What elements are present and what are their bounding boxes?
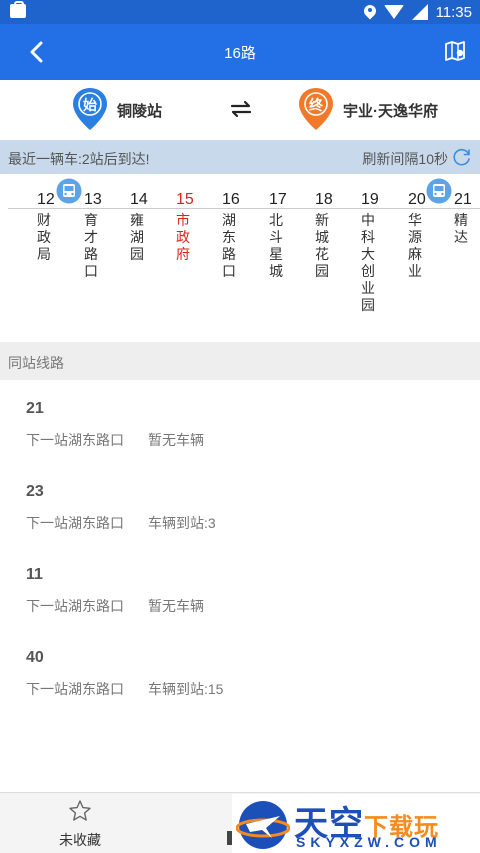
route-status: 暂无车辆 — [148, 598, 204, 614]
route-item[interactable]: 11 下一站湖东路口 暂无车辆 — [0, 546, 480, 622]
route-next-stop: 下一站湖东路口 — [26, 681, 124, 697]
stop-number: 19 — [361, 191, 379, 208]
end-station: 宇业·天逸华府 — [343, 103, 438, 120]
arrival-info-bar: 最近一辆车:2站后到达! 刷新间隔10秒 — [0, 140, 480, 174]
site-watermark: 天空下载玩 SKYXZW.COM — [232, 794, 480, 853]
status-icons: 11:35 — [364, 3, 472, 21]
plane-globe-logo-icon — [236, 801, 290, 849]
swap-direction-icon[interactable] — [228, 96, 254, 122]
route-item[interactable]: 23 下一站湖东路口 车辆到站:3 — [0, 463, 480, 539]
stop-number: 17 — [269, 191, 287, 208]
stop-name: 湖东路口 — [222, 212, 236, 279]
stop-number: 20 — [408, 191, 426, 208]
nearest-bus-text: 最近一辆车:2站后到达! — [8, 151, 150, 167]
page-title: 16路 — [224, 45, 256, 62]
section-title: 同站线路 — [8, 355, 64, 371]
stop-item[interactable]: 12 财政局 — [37, 190, 61, 263]
stop-number: 18 — [315, 191, 333, 208]
route-line: 12 财政局 13 育才路口 14 雍湖园 15 市政府 16 湖东路口 17 … — [0, 174, 480, 342]
stop-name: 财政局 — [37, 212, 51, 262]
bag-icon — [10, 1, 26, 18]
route-list: 21 下一站湖东路口 暂无车辆 23 下一站湖东路口 车辆到站:3 11 下一站… — [0, 380, 480, 792]
same-station-routes-header: 同站线路 — [0, 342, 480, 380]
app-bar: 16路 — [0, 24, 480, 80]
stop-name: 市政府 — [176, 212, 190, 262]
stop-number: 12 — [37, 191, 55, 208]
route-status: 暂无车辆 — [148, 432, 204, 448]
stop-item[interactable]: 16 湖东路口 — [222, 190, 246, 280]
status-bar: 11:35 — [0, 0, 480, 24]
stop-name: 精达 — [454, 212, 468, 245]
star-icon — [69, 800, 91, 821]
refresh-interval-text: 刷新间隔10秒 — [362, 151, 448, 167]
route-next-stop: 下一站湖东路口 — [26, 432, 124, 448]
location-icon — [364, 5, 376, 19]
stop-name: 北斗星城 — [269, 212, 283, 279]
stop-name: 华源麻业 — [408, 212, 422, 279]
stop-item[interactable]: 14 雍湖园 — [130, 190, 154, 263]
stop-number: 21 — [454, 191, 472, 208]
watermark-domain: SKYXZW.COM — [296, 834, 442, 850]
signal-icon — [411, 4, 428, 20]
wifi-icon — [383, 5, 404, 19]
favorite-button[interactable]: 未收藏 — [0, 793, 160, 853]
stop-item[interactable]: 13 育才路口 — [84, 190, 108, 280]
status-time: 11:35 — [435, 3, 472, 21]
route-number: 40 — [26, 649, 44, 666]
stop-item[interactable]: 20 华源麻业 — [408, 190, 432, 280]
end-badge: 终 — [309, 97, 323, 113]
end-pin: 终 — [298, 87, 334, 131]
stop-item[interactable]: 21 精达 — [454, 190, 478, 246]
stop-item[interactable]: 19 中科大创业园 — [361, 190, 385, 314]
route-item[interactable]: 21 下一站湖东路口 暂无车辆 — [0, 380, 480, 456]
stop-name: 中科大创业园 — [361, 212, 375, 313]
stop-number: 16 — [222, 191, 240, 208]
route-next-stop: 下一站湖东路口 — [26, 598, 124, 614]
start-station: 铜陵站 — [117, 103, 163, 120]
map-icon[interactable] — [444, 40, 466, 62]
route-status: 车辆到站:3 — [148, 515, 216, 531]
stop-name: 育才路口 — [84, 212, 98, 279]
stop-item[interactable]: 17 北斗星城 — [269, 190, 293, 280]
route-number: 23 — [26, 483, 44, 500]
stop-name: 雍湖园 — [130, 212, 144, 262]
stop-name: 新城花园 — [315, 212, 329, 279]
route-item[interactable]: 40 下一站湖东路口 车辆到站:15 — [0, 629, 480, 705]
stop-number: 15 — [176, 191, 194, 208]
route-next-stop: 下一站湖东路口 — [26, 515, 124, 531]
stop-number: 13 — [84, 191, 102, 208]
stop-number: 14 — [130, 191, 148, 208]
route-endpoints: 始 铜陵站 终 宇业·天逸华府 — [0, 80, 480, 140]
stop-item-current[interactable]: 15 市政府 — [176, 190, 200, 263]
favorite-label: 未收藏 — [59, 832, 101, 848]
start-pin: 始 — [72, 87, 108, 131]
stop-item[interactable]: 18 新城花园 — [315, 190, 339, 280]
route-number: 21 — [26, 400, 44, 417]
start-badge: 始 — [83, 97, 97, 113]
route-status: 车辆到站:15 — [148, 681, 224, 697]
route-number: 11 — [26, 566, 43, 583]
refresh-icon[interactable] — [452, 147, 472, 167]
